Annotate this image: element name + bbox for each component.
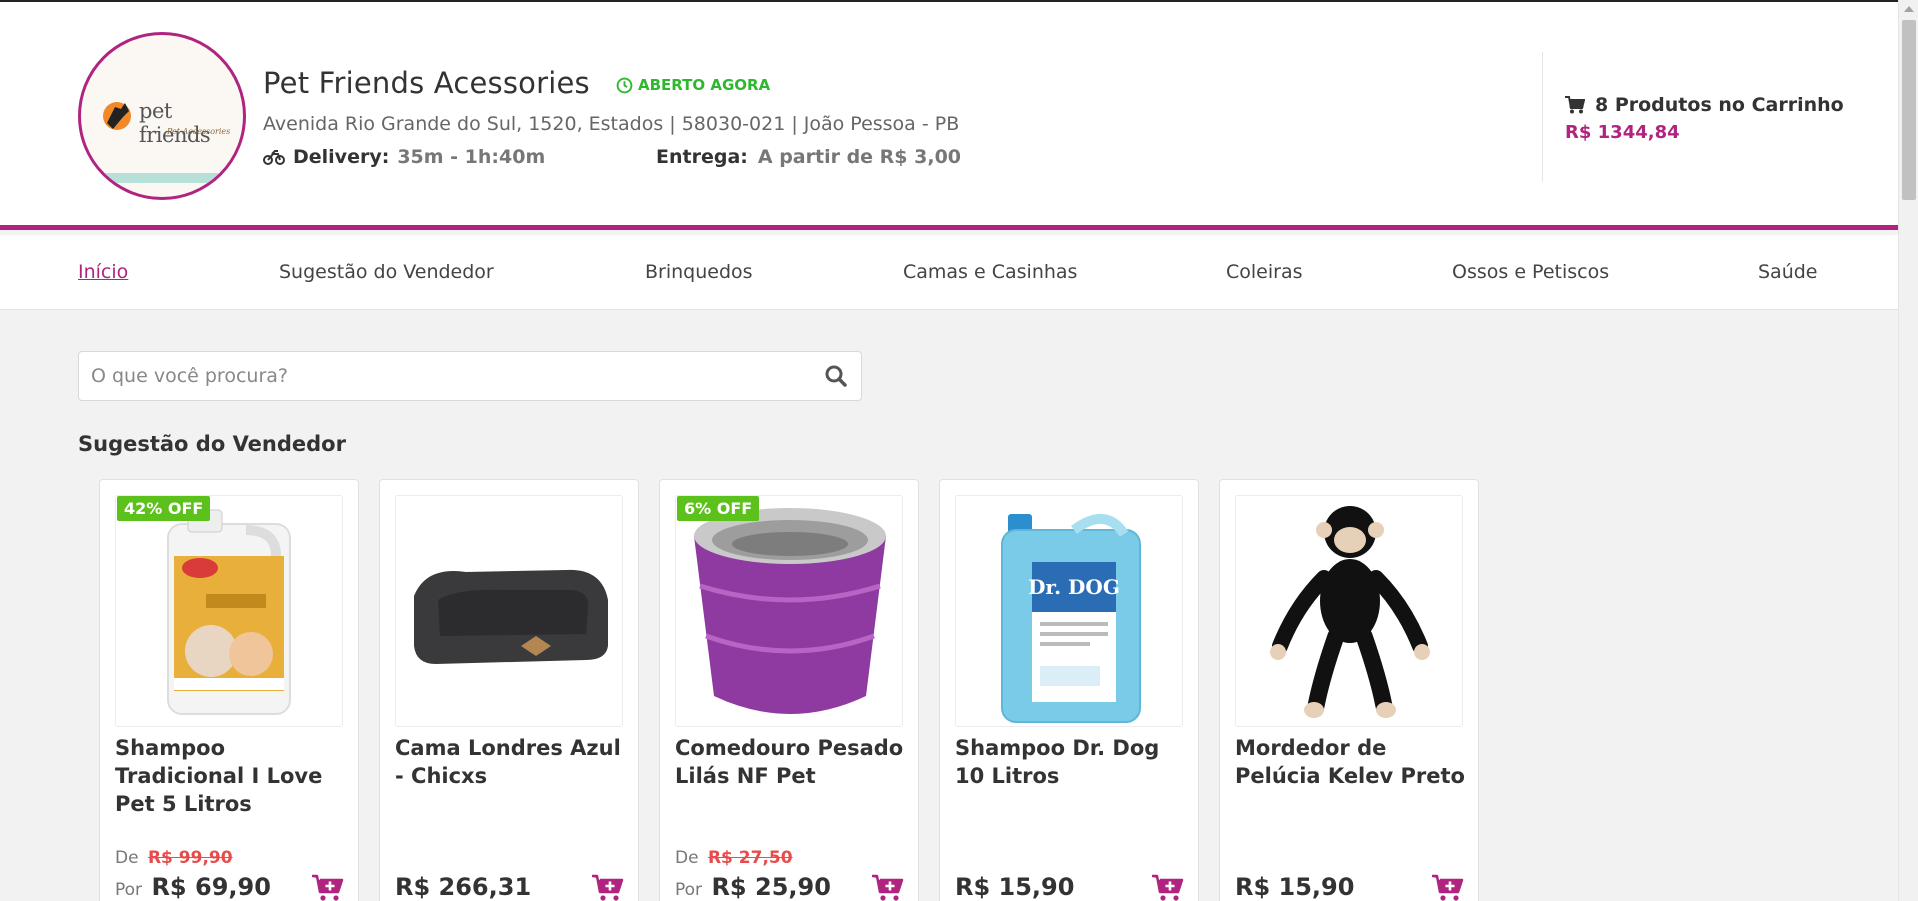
delivery-label: Delivery: (293, 146, 390, 168)
product-card[interactable]: Cama Londres Azul - Chicxs R$ 266,31 (379, 479, 639, 901)
nav-item-saude[interactable]: Saúde (1758, 261, 1818, 283)
product-name[interactable]: Comedouro Pesado Lilás NF Pet (675, 734, 910, 790)
plush-monkey-image (1270, 506, 1430, 718)
open-status-badge: ABERTO AGORA (616, 76, 770, 94)
search-input[interactable] (91, 352, 791, 400)
logo-subtitle: Pet Accessories (167, 127, 231, 136)
pet-bed-image (414, 569, 608, 664)
entrega-label: Entrega: (656, 146, 748, 168)
pet-bowl-image (694, 508, 886, 714)
cart-count-text[interactable]: 8 Produtos no Carrinho (1595, 94, 1844, 116)
old-price: R$ 99,90 (147, 848, 233, 868)
product-card[interactable]: 42% OFF Shampoo Tradicional I Love Pet 5… (99, 479, 359, 901)
motorcycle-icon (263, 150, 285, 165)
price-line: Por R$ 25,90 (675, 873, 831, 901)
search-box (78, 351, 862, 401)
product-price: R$ 15,90 (1235, 873, 1355, 901)
product-card[interactable]: 6% OFF Comedouro Pesado Lilás NF Pet De … (659, 479, 919, 901)
store-logo: pet friends Pet Accessories (78, 32, 246, 200)
dr-dog-logo: Dr. DOG (1028, 575, 1120, 599)
section-title: Sugestão do Vendedor (78, 432, 346, 456)
add-to-cart-icon[interactable] (1152, 874, 1184, 901)
old-price: R$ 27,50 (707, 848, 793, 868)
clock-icon (616, 77, 633, 93)
add-to-cart-icon[interactable] (872, 874, 904, 901)
dog-logo-icon (103, 102, 131, 130)
store-name: Pet Friends Acessories (263, 66, 590, 100)
entrega-value: A partir de R$ 3,00 (757, 146, 962, 168)
discount-badge: 6% OFF (677, 496, 760, 521)
cart-total: R$ 1344,84 (1565, 122, 1680, 143)
product-image[interactable]: Dr. DOG (955, 495, 1183, 727)
dr-dog-shampoo-image: Dr. DOG (1001, 513, 1141, 723)
nav-item-ossos-e-petiscos[interactable]: Ossos e Petiscos (1452, 261, 1609, 283)
delivery-time: 35m - 1h:40m (397, 146, 546, 168)
add-to-cart-icon[interactable] (592, 874, 624, 901)
cart-line[interactable]: 8 Produtos no Carrinho (1565, 94, 1844, 116)
scrollbar-thumb[interactable] (1902, 20, 1916, 200)
product-name[interactable]: Mordedor de Pelúcia Kelev Preto (1235, 734, 1470, 790)
product-card[interactable]: Dr. DOG Shampoo Dr. Dog 10 Litros R$ 15,… (939, 479, 1199, 901)
nav-item-inicio[interactable]: Início (78, 261, 128, 283)
por-label: Por (675, 880, 703, 900)
add-to-cart-icon[interactable] (1432, 874, 1464, 901)
nav-item-brinquedos[interactable]: Brinquedos (645, 261, 753, 283)
original-price-line: De R$ 27,50 (675, 848, 793, 868)
product-name[interactable]: Shampoo Dr. Dog 10 Litros (955, 734, 1190, 790)
store-header: pet friends Pet Accessories Pet Friends … (0, 2, 1898, 230)
de-label: De (675, 848, 699, 868)
delivery-info: Delivery: 35m - 1h:40m (263, 146, 545, 168)
price-line: Por R$ 69,90 (115, 873, 271, 901)
logo-band (81, 173, 243, 183)
header-divider (1542, 52, 1543, 182)
delivery-fee-info: Entrega: A partir de R$ 3,00 (656, 146, 961, 168)
product-price: R$ 69,90 (151, 873, 271, 901)
open-status-text: ABERTO AGORA (638, 76, 771, 94)
product-image[interactable] (395, 495, 623, 727)
add-to-cart-icon[interactable] (312, 874, 344, 901)
product-price: R$ 25,90 (711, 873, 831, 901)
product-image[interactable] (675, 495, 903, 727)
product-price: R$ 15,90 (955, 873, 1075, 901)
vertical-scrollbar[interactable] (1898, 0, 1918, 901)
product-name[interactable]: Cama Londres Azul - Chicxs (395, 734, 630, 790)
store-address: Avenida Rio Grande do Sul, 1520, Estados… (263, 113, 960, 135)
product-price: R$ 266,31 (395, 873, 532, 901)
discount-badge: 42% OFF (117, 496, 211, 521)
cart-icon (1565, 96, 1585, 114)
original-price-line: De R$ 99,90 (115, 848, 233, 868)
product-name[interactable]: Shampoo Tradicional I Love Pet 5 Litros (115, 734, 350, 818)
product-image[interactable] (1235, 495, 1463, 727)
search-icon[interactable] (825, 365, 847, 387)
nav-item-sugestao-do-vendedor[interactable]: Sugestão do Vendedor (279, 261, 494, 283)
nav-item-camas-e-casinhas[interactable]: Camas e Casinhas (903, 261, 1077, 283)
product-card[interactable]: Mordedor de Pelúcia Kelev Preto R$ 15,90 (1219, 479, 1479, 901)
nav-item-coleiras[interactable]: Coleiras (1226, 261, 1303, 283)
scroll-up-arrow[interactable] (1904, 6, 1914, 12)
shampoo-jug-image (167, 509, 291, 715)
product-image[interactable] (115, 495, 343, 727)
cart-summary[interactable]: 8 Produtos no Carrinho R$ 1344,84 (1565, 94, 1844, 143)
de-label: De (115, 848, 139, 868)
logo-wordmark: pet friends (139, 99, 211, 147)
por-label: Por (115, 880, 143, 900)
category-nav: Início Sugestão do Vendedor Brinquedos C… (0, 235, 1898, 310)
